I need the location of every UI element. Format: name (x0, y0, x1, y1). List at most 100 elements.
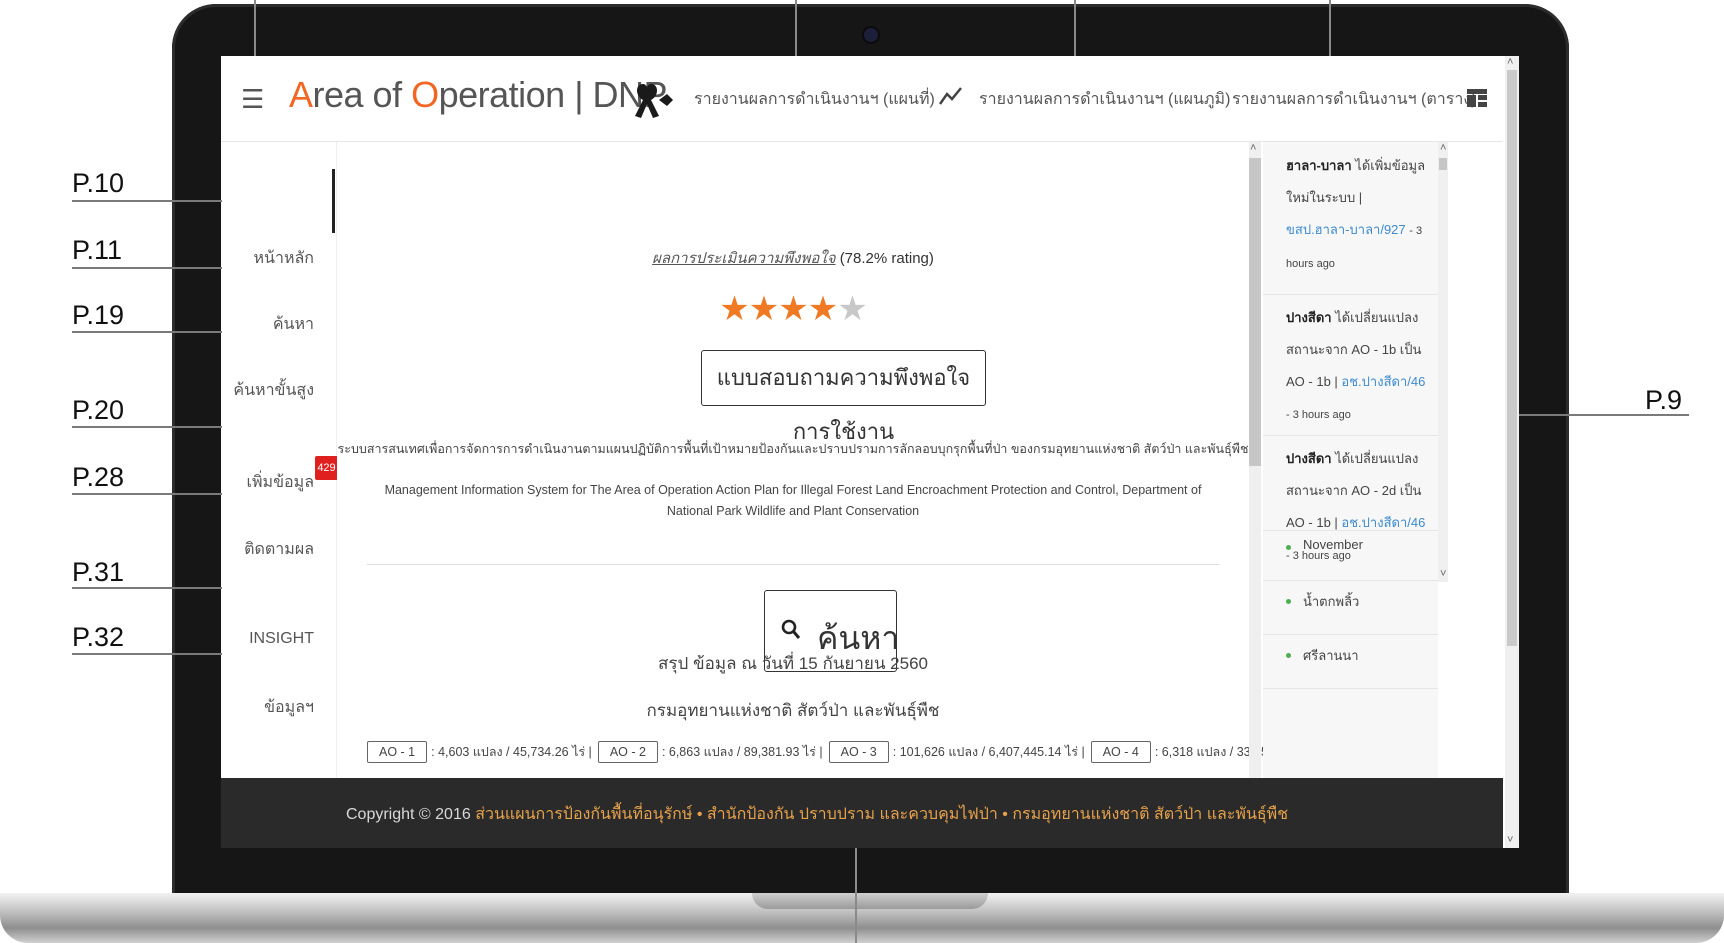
trend-line-icon (938, 85, 963, 112)
feed-scrollbar[interactable] (1438, 142, 1448, 582)
page-scrollbar-thumb[interactable] (1507, 70, 1517, 646)
annotation-label: P.32 (72, 622, 125, 652)
description-english: Management Information System for The Ar… (384, 483, 1202, 518)
feed-user: ปางสีดา (1286, 310, 1332, 325)
top-navbar: ☰ Area of Operation | DNP รายงานผลการดำเ… (221, 56, 1503, 142)
star-empty-icon: ★ (837, 290, 868, 328)
rating-line: ผลการประเมินความพึงพอใจ (78.2% rating) (337, 246, 1249, 270)
ao-3-chip[interactable]: AO - 3 (828, 741, 889, 763)
ao-4-chip[interactable]: AO - 4 (1090, 741, 1151, 763)
annotation-label: P.19 (72, 300, 125, 330)
place-item[interactable]: น้ำตกพลิ้ว (1263, 575, 1438, 635)
callout-line (795, 0, 797, 56)
dashboard-grid-icon[interactable] (1467, 89, 1487, 112)
divider (367, 564, 1219, 565)
rating-stars: ★★★★★ (337, 289, 1249, 329)
sidebar-item-info[interactable]: ข้อมูลฯ (264, 695, 314, 720)
place-label: น้ำตกพลิ้ว (1303, 594, 1360, 609)
ao-2-chip[interactable]: AO - 2 (597, 741, 658, 763)
callout-line (254, 0, 256, 56)
ao-1-stats: : 4,603 แปลง / 45,734.26 ไร่ | (431, 745, 592, 759)
webcam-icon (864, 28, 878, 42)
brand-letter-o: O (411, 74, 439, 115)
annotation-line (72, 200, 222, 202)
feed-scroll-up-icon[interactable]: ˄ (1440, 142, 1446, 154)
callout-line (855, 848, 857, 943)
survey-button[interactable]: แบบสอบถามความพึงพอใจการใช้งาน (701, 350, 986, 444)
ao-2-stats: : 6,863 แปลง / 89,381.93 ไร่ | (661, 745, 823, 759)
search-icon (781, 619, 801, 646)
app-title[interactable]: Area of Operation | DNP (289, 74, 668, 116)
nav-chart-report[interactable]: รายงานผลการดำเนินงานฯ (แผนภูมิ) (979, 87, 1230, 112)
feed-time: - 3 hours ago (1286, 409, 1351, 421)
ao-1-chip[interactable]: AO - 1 (367, 741, 428, 763)
footer-org[interactable]: ส่วนแผนการป้องกันพื้นที่อนุรักษ์ • สำนัก… (475, 806, 1288, 823)
description-thai: ระบบสารสนเทศเพื่อการจัดการการดำเนินงานตา… (337, 442, 1249, 456)
star-filled-icon: ★ (778, 290, 809, 328)
feed-item: ปางสีดา ได้เปลี่ยนแปลงสถานะจาก AO - 1b เ… (1263, 294, 1438, 436)
feed-link[interactable]: ขสป.ฮาลา-บาลา/927 (1286, 222, 1406, 237)
bullet-icon (1286, 545, 1291, 550)
star-filled-icon: ★ (807, 290, 839, 328)
sidebar-item-search[interactable]: ค้นหา (273, 312, 314, 337)
notification-badge: 429 (315, 456, 338, 480)
annotation-label: P.11 (72, 235, 123, 265)
main-content: ผลการประเมินความพึงพอใจ (78.2% rating) ★… (337, 142, 1340, 780)
sidebar-item-follow-up[interactable]: ติดตามผล (244, 537, 314, 562)
rating-link[interactable]: ผลการประเมินความพึงพอใจ (652, 250, 835, 267)
callout-line (1329, 0, 1331, 56)
bullet-icon (1286, 599, 1291, 604)
feed-scroll-down-icon[interactable]: ˅ (1440, 568, 1446, 580)
star-filled-icon: ★ (748, 290, 780, 328)
annotation-line (72, 587, 222, 589)
brand-letter-a: A (289, 74, 313, 115)
annotation-line (1519, 414, 1689, 416)
nav-table-report[interactable]: รายงานผลการดำเนินงานฯ (ตาราง) (1232, 87, 1476, 112)
nav-map-report[interactable]: รายงานผลการดำเนินงานฯ (แผนที่) (694, 87, 935, 112)
feed-item: ฮาลา-บาลา ได้เพิ่มข้อมูลใหม่ในระบบ | ขสป… (1263, 142, 1438, 295)
feed-scrollbar-thumb[interactable] (1439, 158, 1447, 170)
annotation-line (72, 653, 222, 655)
annotation-line (72, 331, 222, 333)
star-filled-icon: ★ (719, 290, 750, 328)
page-scroll-up-icon[interactable]: ˄ (1507, 56, 1513, 68)
mourning-ribbon-icon (633, 80, 675, 125)
feed-text: ฮาลา-บาลา ได้เพิ่มข้อมูลใหม่ในระบบ | ขสป… (1286, 150, 1426, 280)
place-item[interactable]: ศรีลานนา (1263, 629, 1438, 689)
callout-line (1074, 0, 1076, 56)
sidebar-item-home[interactable]: หน้าหลัก (253, 246, 314, 271)
summary-date: สรุป ข้อมูล ณ วันที่ 15 กันยายน 2560 (658, 654, 928, 673)
main-scrollbar-thumb[interactable] (1249, 158, 1261, 466)
sidebar-item-insight[interactable]: INSIGHT (249, 630, 314, 648)
annotation-line (72, 426, 222, 428)
ao-3-stats: : 101,626 แปลง / 6,407,445.14 ไร่ | (892, 745, 1085, 759)
scroll-up-icon[interactable]: ˄ (1250, 142, 1256, 154)
annotation-label: P.9 (1645, 385, 1683, 415)
app-screen: ☰ Area of Operation | DNP รายงานผลการดำเ… (221, 56, 1519, 848)
annotation-label: P.31 (72, 557, 125, 587)
feed-user: ฮาลา-บาลา (1286, 158, 1352, 173)
footer-copyright: Copyright © 2016 ส่วนแผนการป้องกันพื้นที… (346, 802, 1288, 827)
brand-text: rea of (312, 74, 412, 115)
sidebar-active-indicator (332, 169, 335, 233)
feed-link[interactable]: อช.ปางสีดา/46 (1341, 374, 1425, 389)
laptop-base-notch (752, 893, 988, 909)
footer: Copyright © 2016 ส่วนแผนการป้องกันพื้นที… (221, 778, 1503, 848)
summary-org: กรมอุทยานแห่งชาติ สัตว์ป่า และพันธุ์พืช (646, 701, 940, 720)
place-label: ศรีลานนา (1303, 648, 1359, 663)
place-item[interactable]: November (1263, 521, 1438, 581)
feed-text: ปางสีดา ได้เปลี่ยนแปลงสถานะจาก AO - 1b เ… (1286, 302, 1426, 431)
annotation-line (72, 493, 222, 495)
footer-prefix: Copyright © 2016 (346, 806, 471, 823)
page-scroll-down-icon[interactable]: ˅ (1507, 834, 1513, 846)
annotation-label: P.10 (72, 168, 125, 198)
annotation-line (72, 267, 222, 269)
bullet-icon (1286, 653, 1291, 658)
hamburger-icon[interactable]: ☰ (241, 84, 264, 115)
feed-user: ปางสีดา (1286, 451, 1332, 466)
sidebar-item-add-data[interactable]: เพิ่มข้อมูล (247, 470, 314, 495)
annotation-label: P.20 (72, 395, 125, 425)
sidebar-item-advanced-search[interactable]: ค้นหาขั้นสูง (233, 378, 314, 403)
place-label: November (1303, 537, 1363, 552)
ao-stats-row: AO - 1 : 4,603 แปลง / 45,734.26 ไร่ | AO… (367, 738, 1340, 766)
